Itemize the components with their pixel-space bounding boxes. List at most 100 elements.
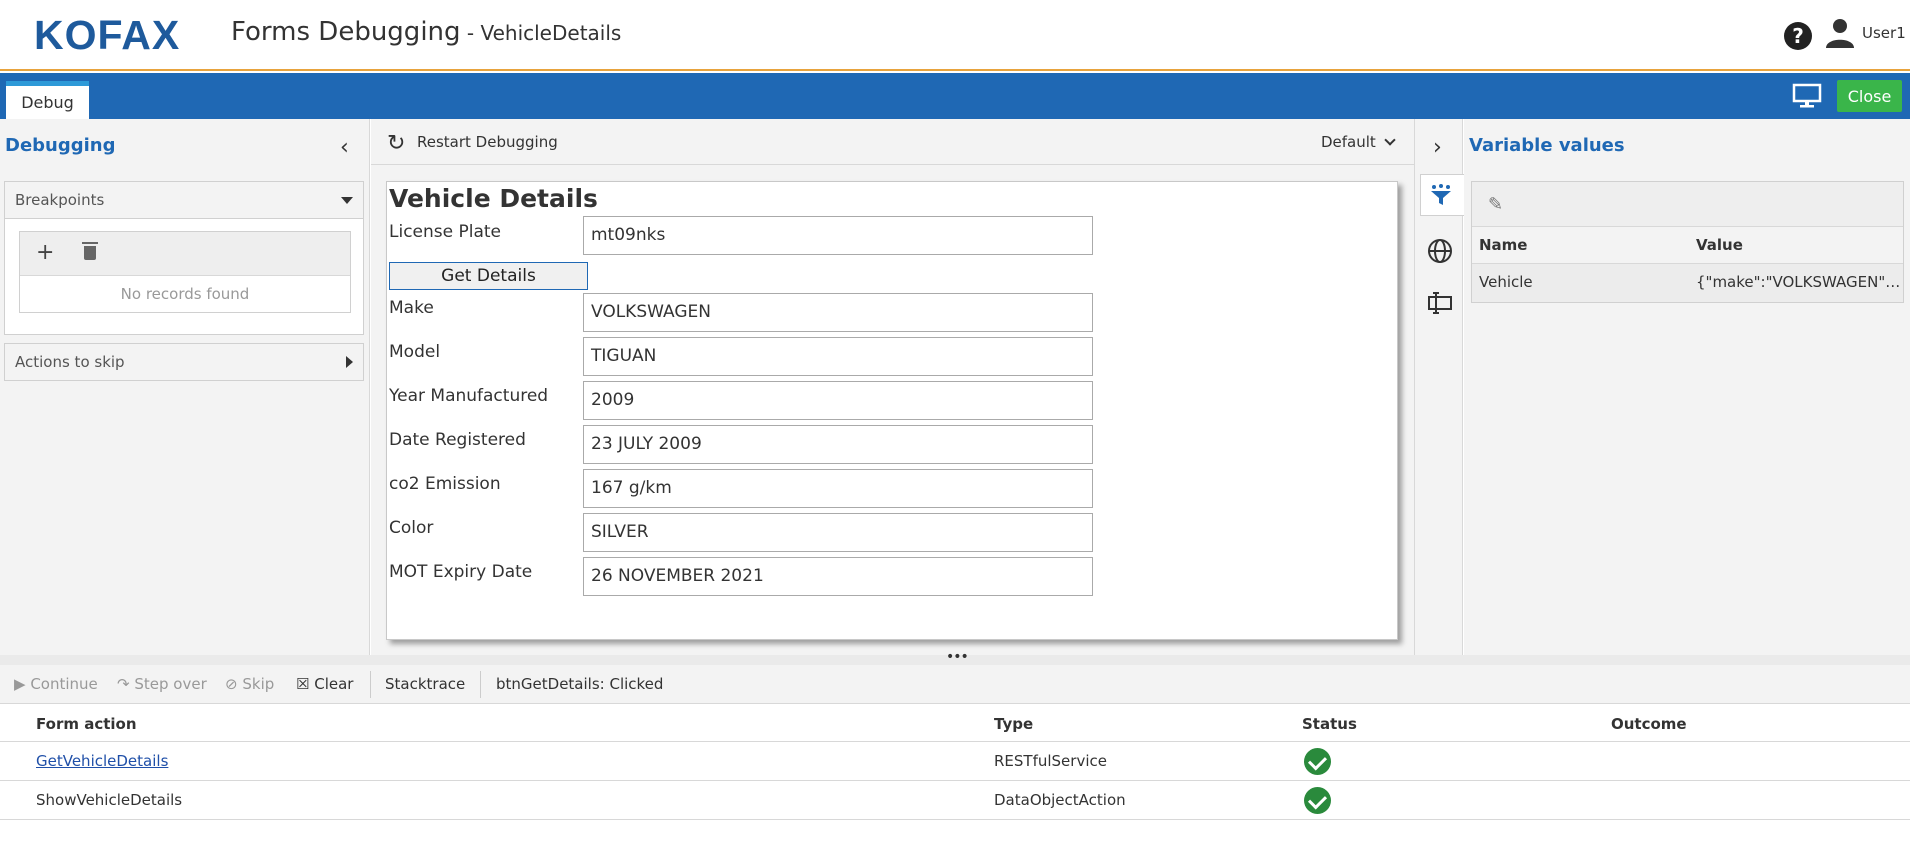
- side-icon-column: ›: [1414, 119, 1464, 655]
- form-canvas: Vehicle Details License Plate mt09nks Ge…: [386, 181, 1398, 640]
- breakpoints-grid-toolbar: +: [20, 232, 350, 276]
- action-type: RESTfulService: [994, 752, 1107, 770]
- step-over-icon: ↷: [117, 675, 130, 693]
- caret-down-icon: [341, 197, 353, 204]
- globe-icon[interactable]: [1427, 238, 1453, 264]
- column-form-action[interactable]: Form action: [36, 715, 137, 733]
- play-icon: ▶︎: [14, 675, 26, 693]
- co2-emission-input[interactable]: 167 g/km: [583, 469, 1093, 508]
- profile-select-value: Default: [1321, 133, 1376, 151]
- co2-emission-label: co2 Emission: [389, 474, 501, 494]
- restart-debugging-button[interactable]: Restart Debugging: [417, 133, 558, 151]
- check-circle-icon: [1304, 748, 1331, 775]
- breakpoints-section: Breakpoints + No records found: [4, 181, 364, 335]
- variable-values-panel: Variable values ✎ Name Value Vehicle {"m…: [1464, 119, 1910, 655]
- variable-value: {"make":"VOLKSWAGEN","model":"TIGUAN"}: [1696, 273, 1901, 291]
- column-name[interactable]: Name: [1479, 236, 1527, 254]
- clear-button[interactable]: ☒ Clear: [296, 675, 353, 693]
- continue-button[interactable]: ▶︎ Continue: [14, 675, 98, 693]
- filter-icon[interactable]: [1429, 183, 1453, 207]
- trash-icon[interactable]: [82, 242, 98, 260]
- add-icon[interactable]: +: [36, 240, 54, 265]
- year-manufactured-input[interactable]: 2009: [583, 381, 1093, 420]
- color-label: Color: [389, 518, 434, 538]
- toolbar-divider: [480, 671, 481, 698]
- user-name[interactable]: User1: [1862, 24, 1906, 42]
- license-plate-label: License Plate: [389, 222, 502, 242]
- variable-grid-toolbar: ✎: [1472, 182, 1903, 227]
- current-event-text: btnGetDetails: Clicked: [496, 675, 664, 693]
- restart-icon[interactable]: ↻: [387, 131, 405, 156]
- license-plate-input[interactable]: mt09nks: [583, 216, 1093, 255]
- model-input[interactable]: TIGUAN: [583, 337, 1093, 376]
- chevron-right-icon[interactable]: ›: [1433, 135, 1442, 160]
- debugging-panel: Debugging ‹ Breakpoints + No records fou…: [0, 119, 370, 655]
- page-subtitle: - VehicleDetails: [460, 21, 622, 45]
- stacktrace-button[interactable]: Stacktrace: [385, 675, 465, 693]
- column-status[interactable]: Status: [1302, 715, 1357, 733]
- table-row[interactable]: Vehicle {"make":"VOLKSWAGEN","model":"TI…: [1472, 264, 1903, 302]
- breakpoints-body: + No records found: [5, 218, 363, 334]
- close-button[interactable]: Close: [1837, 80, 1902, 112]
- monitor-icon[interactable]: [1792, 83, 1822, 109]
- check-circle-icon: [1304, 787, 1331, 814]
- splitter-handle-icon[interactable]: •••: [946, 649, 969, 665]
- help-icon[interactable]: ?: [1784, 22, 1812, 50]
- skip-icon: ⊘: [225, 675, 238, 693]
- column-type[interactable]: Type: [994, 715, 1033, 733]
- skip-button[interactable]: ⊘ Skip: [225, 675, 274, 693]
- page-title-text: Forms Debugging: [231, 17, 461, 47]
- make-label: Make: [389, 298, 434, 318]
- collapse-left-icon[interactable]: ‹: [340, 135, 349, 160]
- get-details-button[interactable]: Get Details: [389, 262, 588, 290]
- action-type: DataObjectAction: [994, 791, 1126, 809]
- panel-splitter[interactable]: •••: [0, 649, 1910, 665]
- toolbar-divider: [370, 671, 371, 698]
- table-header: Form action Type Status Outcome: [0, 705, 1910, 742]
- clear-icon: ☒: [296, 675, 310, 693]
- clear-label: Clear: [314, 675, 354, 693]
- variable-grid-header: Name Value: [1472, 227, 1903, 264]
- breakpoints-header[interactable]: Breakpoints: [5, 182, 363, 218]
- date-registered-input[interactable]: 23 JULY 2009: [583, 425, 1093, 464]
- preview-toolbar: ↻ Restart Debugging Default: [371, 119, 1414, 165]
- variable-values-title: Variable values: [1469, 135, 1625, 156]
- chevron-down-icon: [1384, 134, 1396, 146]
- actions-to-skip-label: Actions to skip: [15, 353, 125, 371]
- caret-right-icon: [346, 356, 353, 368]
- actions-to-skip-header[interactable]: Actions to skip: [5, 344, 363, 380]
- main-toolbar: Debug Close: [0, 73, 1910, 119]
- column-value[interactable]: Value: [1696, 236, 1901, 254]
- table-row[interactable]: GetVehicleDetails RESTfulService: [0, 742, 1910, 781]
- debug-controls-bar: ▶︎ Continue ↷ Step over ⊘ Skip ☒ Clear S…: [0, 665, 1910, 704]
- date-registered-label: Date Registered: [389, 430, 526, 450]
- form-action-link[interactable]: GetVehicleDetails: [36, 752, 168, 770]
- variable-values-grid: ✎ Name Value Vehicle {"make":"VOLKSWAGEN…: [1471, 181, 1904, 303]
- form-action-name: ShowVehicleDetails: [36, 791, 183, 809]
- app-header: KOFAX Forms Debugging - VehicleDetails ?…: [0, 0, 1910, 71]
- make-input[interactable]: VOLKSWAGEN: [583, 293, 1093, 332]
- skip-label: Skip: [242, 675, 275, 693]
- pencil-icon[interactable]: ✎: [1488, 194, 1503, 215]
- tab-debug[interactable]: Debug: [6, 81, 89, 119]
- step-over-button[interactable]: ↷ Step over: [117, 675, 207, 693]
- variable-name: Vehicle: [1479, 273, 1533, 291]
- table-row[interactable]: ShowVehicleDetails DataObjectAction: [0, 781, 1910, 820]
- continue-label: Continue: [30, 675, 98, 693]
- form-actions-table: Form action Type Status Outcome GetVehic…: [0, 705, 1910, 820]
- model-label: Model: [389, 342, 441, 362]
- user-icon[interactable]: [1823, 16, 1857, 50]
- mot-expiry-date-label: MOT Expiry Date: [389, 562, 533, 582]
- empty-message: No records found: [120, 285, 250, 303]
- form-title: Vehicle Details: [389, 184, 598, 213]
- step-over-label: Step over: [134, 675, 207, 693]
- page-title: Forms Debugging - VehicleDetails: [231, 17, 621, 47]
- kofax-logo: KOFAX: [34, 12, 181, 58]
- year-manufactured-label: Year Manufactured: [389, 386, 549, 406]
- color-input[interactable]: SILVER: [583, 513, 1093, 552]
- profile-select[interactable]: Default: [1321, 133, 1396, 151]
- actions-to-skip-section: Actions to skip: [4, 343, 364, 381]
- mot-expiry-date-input[interactable]: 26 NOVEMBER 2021: [583, 557, 1093, 596]
- column-outcome[interactable]: Outcome: [1611, 715, 1687, 733]
- input-field-icon[interactable]: [1427, 291, 1453, 315]
